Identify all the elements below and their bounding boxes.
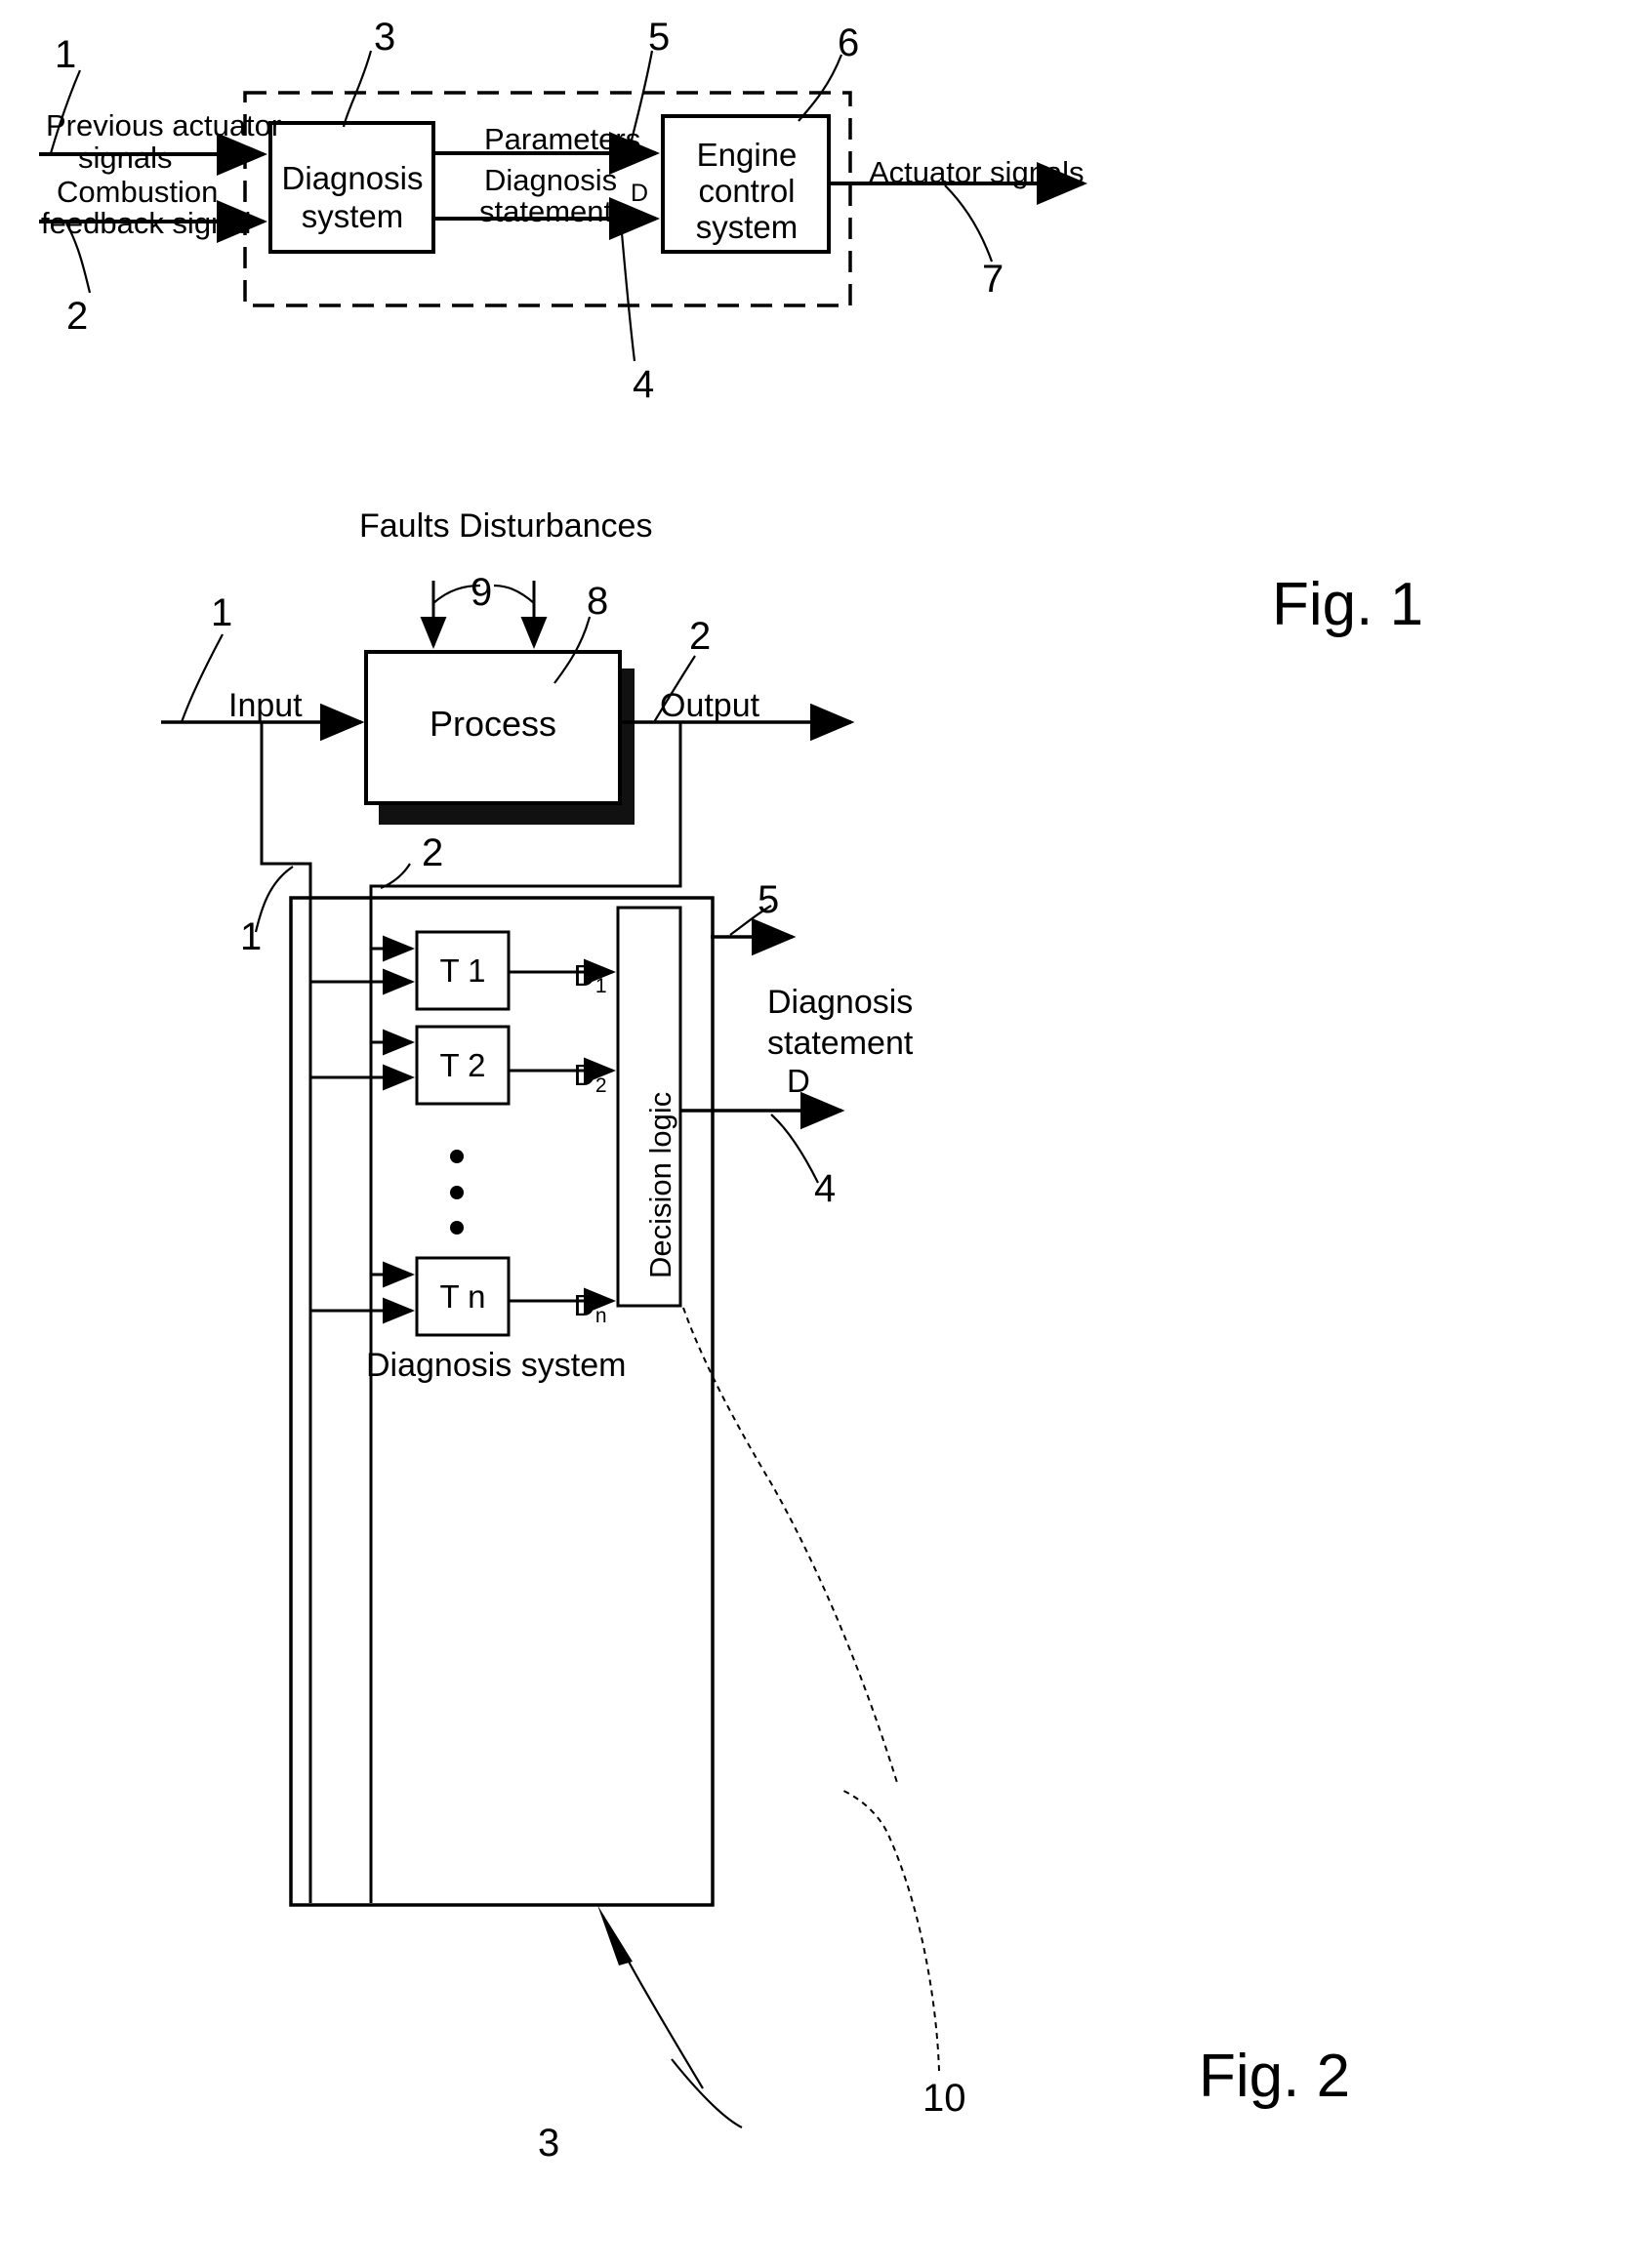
fig1-engine-control-line2: control bbox=[698, 173, 796, 209]
fig1-ref-2: 2 bbox=[66, 295, 89, 338]
fig1-label-diagnosis-statement-line1: Diagnosis bbox=[484, 163, 618, 197]
fig2-ref-1-top: 1 bbox=[211, 591, 233, 634]
figure-vector-layer bbox=[39, 50, 1087, 2128]
fig2-leader-3-tail bbox=[627, 1959, 704, 2089]
fig2-ellipsis-dot bbox=[450, 1221, 464, 1235]
fig1-diagnosis-system-line1: Diagnosis bbox=[281, 160, 424, 196]
fig1-ref-4: 4 bbox=[633, 363, 655, 406]
fig2-leader-2-mid bbox=[380, 863, 411, 890]
fig2-ref-10: 10 bbox=[922, 2077, 966, 2120]
fig2-dn-sub: n bbox=[594, 1304, 607, 1327]
fig1-ref-5: 5 bbox=[648, 16, 671, 59]
fig2-ref-2-mid: 2 bbox=[422, 831, 444, 874]
fig1-engine-control-line1: Engine bbox=[696, 137, 798, 173]
fig2-ellipsis-dot bbox=[450, 1150, 464, 1163]
fig2-ref-2-top: 2 bbox=[689, 615, 712, 658]
fig2-d1-label: D1 bbox=[540, 925, 607, 1027]
fig1-leader-6 bbox=[798, 54, 843, 122]
fig2-ref-3: 3 bbox=[538, 2122, 560, 2165]
fig1-diagnosis-system-line2: system bbox=[301, 198, 404, 234]
fig2-leader-3-arrowhead bbox=[597, 1905, 633, 1965]
fig1-ref-6: 6 bbox=[838, 21, 860, 64]
fig1-ref-7: 7 bbox=[982, 258, 1004, 301]
fig2-ref-9: 9 bbox=[471, 571, 493, 614]
fig2-d1-sub: 1 bbox=[594, 974, 607, 997]
fig2-process-label: Process bbox=[429, 704, 557, 744]
fig1-label-d-symbol: D bbox=[631, 180, 649, 207]
fig2-caption: Fig. 2 bbox=[1199, 2043, 1351, 2110]
fig1-label-diagnosis-statement-line2: statement bbox=[479, 194, 613, 228]
fig2-brace-9-right bbox=[493, 584, 535, 604]
fig2-d2-sub: 2 bbox=[594, 1073, 607, 1097]
fig2-leader-4 bbox=[770, 1114, 819, 1184]
fig1-ref-3: 3 bbox=[374, 16, 396, 59]
fig2-decision-logic-label: Decision logic bbox=[643, 1091, 677, 1278]
fig1-caption: Fig. 1 bbox=[1272, 571, 1424, 638]
fig2-title-faults-disturbances: Faults Disturbances bbox=[359, 507, 653, 545]
fig2-ref-8: 8 bbox=[587, 580, 609, 623]
fig2-tn-label: T n bbox=[439, 1278, 486, 1315]
fig2-label-input: Input bbox=[228, 687, 303, 724]
fig1-leader-3 bbox=[342, 50, 373, 128]
fig1-label-combustion-line1: Combustion bbox=[57, 175, 219, 209]
fig2-label-d-symbol: D bbox=[787, 1063, 810, 1099]
fig2-t2-label: T 2 bbox=[439, 1047, 486, 1083]
fig2-diagnosis-system-label: Diagnosis system bbox=[366, 1347, 627, 1384]
fig2-d2-label: D2 bbox=[540, 1025, 607, 1126]
fig2-diagnosis-statement-line1: Diagnosis bbox=[767, 984, 914, 1021]
fig1-leader-4 bbox=[619, 222, 636, 362]
fig1-ref-1: 1 bbox=[55, 33, 77, 76]
fig2-leader-1-top bbox=[180, 633, 224, 723]
fig2-ref-4: 4 bbox=[814, 1167, 837, 1210]
fig2-dn-letter: D bbox=[573, 1287, 595, 1322]
fig1-label-previous-actuator-line1: Previous actuator bbox=[46, 108, 282, 142]
patent-drawing-sheet: 1 2 3 4 5 6 7 Previous actuator signals … bbox=[0, 0, 1639, 2268]
fig1-engine-control-line3: system bbox=[695, 209, 799, 245]
fig2-dn-label: Dn bbox=[540, 1255, 607, 1357]
fig2-leader-3 bbox=[671, 2058, 743, 2128]
fig2-t1-label: T 1 bbox=[439, 952, 486, 989]
fig2-ref-5: 5 bbox=[758, 878, 780, 921]
fig2-d1-letter: D bbox=[573, 957, 595, 992]
fig2-label-output: Output bbox=[660, 687, 760, 724]
fig1-label-parameters: Parameters bbox=[484, 122, 641, 156]
fig1-label-previous-actuator-line2: signals bbox=[78, 141, 173, 175]
fig1-label-combustion-line2: feedback signal bbox=[41, 206, 252, 240]
fig2-diagnosis-statement-line2: statement bbox=[767, 1025, 914, 1062]
fig2-d2-letter: D bbox=[573, 1057, 595, 1092]
fig2-leader-10-inner bbox=[682, 1307, 899, 1787]
fig2-ref-1-mid: 1 bbox=[240, 915, 263, 958]
fig2-leader-10 bbox=[840, 1789, 940, 2072]
fig1-leader-7 bbox=[944, 184, 994, 263]
fig2-ellipsis-dot bbox=[450, 1186, 464, 1199]
fig1-label-actuator-signals: Actuator signals bbox=[869, 155, 1085, 189]
